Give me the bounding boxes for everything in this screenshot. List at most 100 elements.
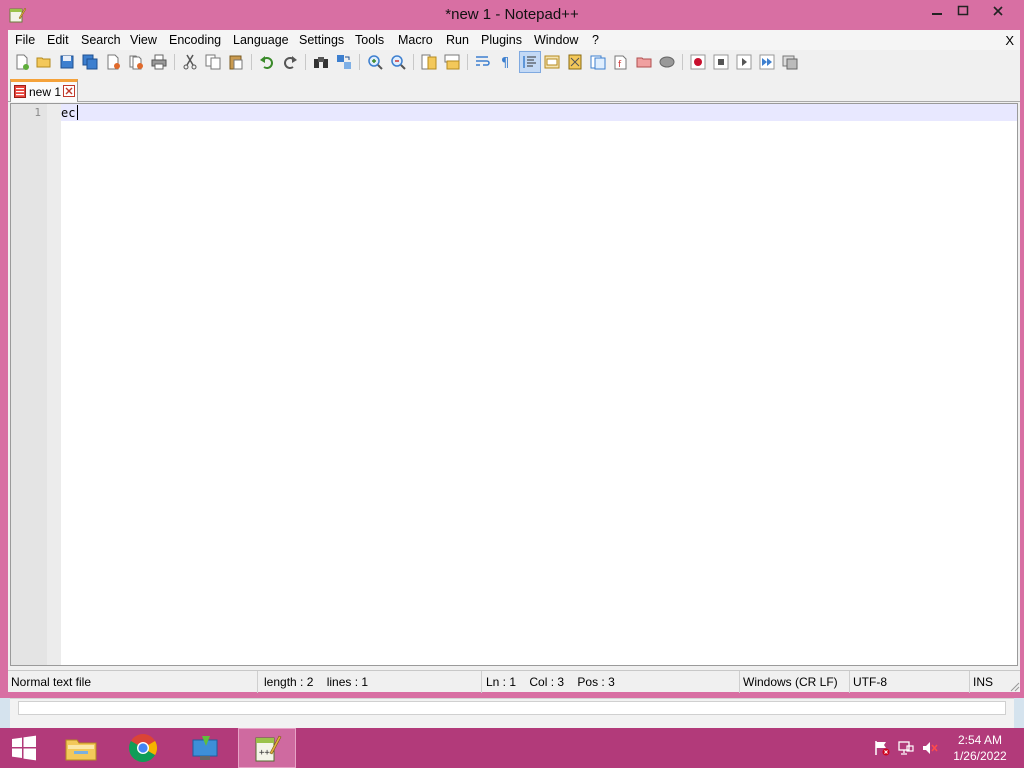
action-center-flag-icon[interactable] [873,740,891,756]
resize-grip-icon[interactable] [1008,680,1020,692]
toolbar-separator [359,54,360,70]
menu-run[interactable]: Run [446,33,469,47]
window-title: *new 1 - Notepad++ [445,6,579,23]
close-document-button[interactable]: X [1005,33,1014,48]
zoom-in-button[interactable] [366,53,384,71]
stop-macro-button[interactable] [712,53,730,71]
word-wrap-icon [476,56,490,66]
text-editor[interactable]: 1 ec [10,103,1018,666]
taskbar-notepadpp[interactable]: ++ [238,728,296,768]
menu-macro[interactable]: Macro [398,33,433,47]
menu-tools[interactable]: Tools [355,33,384,47]
find-button[interactable] [312,53,330,71]
text-caret [77,105,78,120]
close-file-icon [107,54,120,70]
close-file-button[interactable] [104,53,122,71]
save-macro-icon [782,55,798,70]
menu-help[interactable]: ? [592,33,599,47]
tab-new-1[interactable]: new 1 [10,79,78,102]
folder-workspace-icon: f [614,55,627,70]
paste-icon [229,55,243,70]
status-ln: Ln : 1 [486,675,517,689]
copy-button[interactable] [204,53,222,71]
record-macro-button[interactable] [689,53,707,71]
run-macro-multiple-button[interactable] [758,53,776,71]
menu-view[interactable]: View [130,33,157,47]
tab-close-icon[interactable] [63,85,75,97]
redo-button[interactable] [281,53,299,71]
save-button[interactable] [58,53,76,71]
status-col: Col : 3 [529,675,565,689]
zoom-out-button[interactable] [389,53,407,71]
new-file-button[interactable] [13,53,31,71]
word-wrap-button[interactable] [474,53,492,71]
taskbar-clock[interactable]: 2:54 AM 1/26/2022 [944,732,1016,764]
folder-icon [636,57,652,68]
toolbar: ¶ f [8,50,1020,74]
maximize-button[interactable] [948,0,978,22]
print-button[interactable] [150,53,168,71]
menu-window[interactable]: Window [534,33,578,47]
status-encoding[interactable]: UTF-8 [850,671,970,693]
windows-logo-icon [12,735,36,761]
save-all-button[interactable] [81,53,99,71]
show-all-characters-button[interactable]: ¶ [497,53,515,71]
paste-button[interactable] [227,53,245,71]
sync-vertical-button[interactable] [420,53,438,71]
find-binoculars-icon [314,57,328,68]
menu-edit[interactable]: Edit [47,33,69,47]
indent-guide-button[interactable] [519,51,541,73]
title-bar[interactable]: *new 1 - Notepad++ [0,0,1024,30]
save-macro-button[interactable] [781,53,799,71]
zoom-in-icon [368,55,383,70]
eye-button[interactable] [658,53,676,71]
cut-icon [183,54,197,70]
background-input-field[interactable] [18,701,1006,715]
background-window [10,698,1014,728]
play-macro-button[interactable] [735,53,753,71]
status-pos: Pos : 3 [577,675,615,689]
close-window-button[interactable] [980,0,1016,22]
open-file-button[interactable] [35,53,53,71]
taskbar-chrome[interactable] [114,728,172,768]
close-all-button[interactable] [127,53,145,71]
start-button[interactable] [2,728,46,768]
menu-language[interactable]: Language [233,33,289,47]
taskbar: ++ 2:54 AM 1/26/2022 [0,728,1024,768]
menu-encoding[interactable]: Encoding [169,33,221,47]
status-insert-mode[interactable]: INS [970,671,1008,693]
undo-button[interactable] [258,53,276,71]
unsaved-document-icon [14,85,26,98]
replace-button[interactable] [335,53,353,71]
status-bar: Normal text file length : 2 lines : 1 Ln… [8,670,1020,693]
status-eol[interactable]: Windows (CR LF) [740,671,850,693]
print-icon [151,54,167,70]
status-length-lines: length : 2 lines : 1 [258,671,482,693]
redo-icon [284,56,297,69]
sync-horizontal-button[interactable] [443,53,461,71]
user-defined-language-icon [544,55,560,69]
current-line-highlight [61,104,1017,121]
menu-search[interactable]: Search [81,33,121,47]
udl-button[interactable] [543,53,561,71]
taskbar-file-explorer[interactable] [52,728,110,768]
save-icon [60,55,74,69]
menu-plugins[interactable]: Plugins [481,33,522,47]
function-list-button[interactable] [589,53,607,71]
volume-muted-icon[interactable] [921,740,939,756]
menu-settings[interactable]: Settings [299,33,344,47]
taskbar-remote-desktop[interactable] [176,728,234,768]
fold-margin[interactable] [47,104,61,665]
close-all-icon [129,55,143,70]
monitoring-button[interactable] [635,53,653,71]
menu-file[interactable]: File [15,33,35,47]
editor-line-text[interactable]: ec [61,106,75,120]
folder-as-workspace-button[interactable]: f [612,53,630,71]
document-map-button[interactable] [566,53,584,71]
minimize-icon [932,13,942,15]
cut-button[interactable] [181,53,199,71]
toolbar-separator [251,54,252,70]
network-icon[interactable] [897,740,915,756]
toolbar-separator [682,54,683,70]
clock-date: 1/26/2022 [953,749,1007,763]
